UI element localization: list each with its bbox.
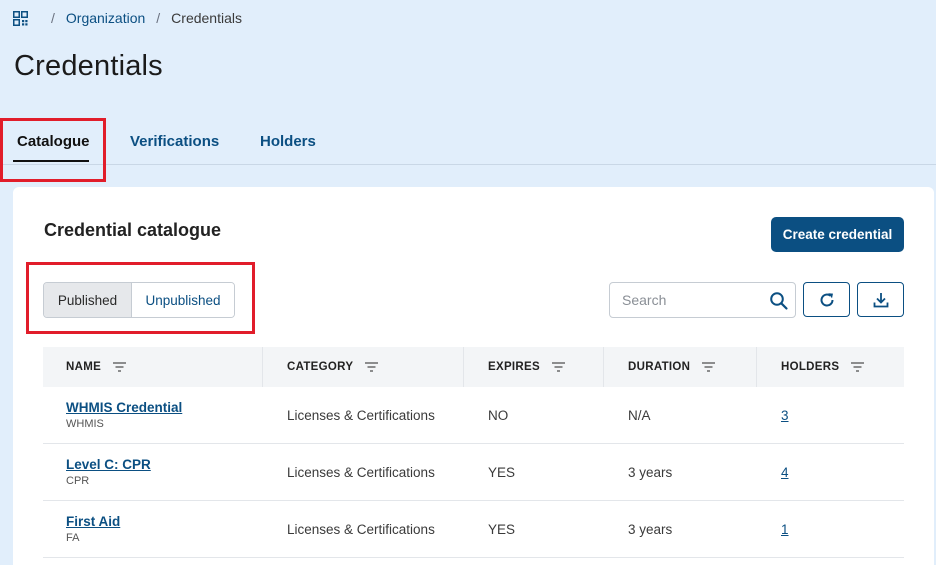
- breadcrumb-separator: /: [156, 10, 161, 26]
- credential-name-link[interactable]: First Aid: [66, 514, 263, 529]
- highlight-box-catalogue-tab: [0, 118, 106, 182]
- table-row: First Aid FA Licenses & Certifications Y…: [43, 501, 904, 558]
- tab-holders[interactable]: Holders: [260, 133, 316, 150]
- credential-name-link[interactable]: WHMIS Credential: [66, 400, 263, 415]
- holders-cell: 3: [757, 387, 904, 443]
- credential-name-link[interactable]: Level C: CPR: [66, 457, 263, 472]
- filter-icon[interactable]: [551, 362, 565, 372]
- column-label: EXPIRES: [488, 361, 540, 373]
- filter-icon[interactable]: [113, 362, 127, 372]
- column-label: CATEGORY: [287, 361, 354, 373]
- holders-cell: 4: [757, 444, 904, 500]
- breadcrumb-organization[interactable]: Organization: [66, 10, 145, 26]
- column-header-category[interactable]: CATEGORY: [263, 347, 464, 387]
- column-header-duration[interactable]: DURATION: [604, 347, 757, 387]
- refresh-icon: [820, 292, 834, 306]
- holders-count-link[interactable]: 1: [781, 522, 904, 537]
- filter-icon[interactable]: [851, 362, 865, 372]
- table-row: WHMIS Credential WHMIS Licenses & Certif…: [43, 387, 904, 444]
- tab-bar: Catalogue Verifications Holders: [0, 120, 936, 165]
- duration-cell: 3 years: [628, 464, 673, 480]
- holders-count-link[interactable]: 3: [781, 408, 904, 423]
- category-cell: Licenses & Certifications: [287, 407, 435, 423]
- name-cell: Level C: CPR CPR: [43, 444, 263, 500]
- credential-code: WHMIS: [66, 418, 104, 430]
- credentials-table: NAME CATEGORY EXPIRES DURATION HOLDERS W…: [43, 347, 904, 558]
- duration-cell: 3 years: [628, 521, 673, 537]
- credential-catalogue-card: Credential catalogue Create credential P…: [13, 187, 934, 565]
- table-row: Level C: CPR CPR Licenses & Certificatio…: [43, 444, 904, 501]
- category-cell: Licenses & Certifications: [287, 521, 435, 537]
- grid-icon[interactable]: [13, 10, 28, 26]
- column-header-expires[interactable]: EXPIRES: [464, 347, 604, 387]
- breadcrumb-credentials: Credentials: [171, 10, 242, 26]
- column-header-holders[interactable]: HOLDERS: [757, 347, 904, 387]
- highlight-box-publish-filter: [26, 262, 255, 334]
- name-cell: WHMIS Credential WHMIS: [43, 387, 263, 443]
- name-cell: First Aid FA: [43, 501, 263, 557]
- breadcrumb: / Organization / Credentials: [13, 9, 242, 27]
- table-header: NAME CATEGORY EXPIRES DURATION HOLDERS: [43, 347, 904, 387]
- breadcrumb-separator: /: [51, 10, 55, 26]
- search-box: [609, 282, 796, 318]
- category-cell: Licenses & Certifications: [287, 464, 435, 480]
- filter-icon[interactable]: [702, 362, 716, 372]
- expires-cell: NO: [488, 407, 509, 423]
- holders-cell: 1: [757, 501, 904, 557]
- column-label: NAME: [66, 361, 102, 373]
- card-title: Credential catalogue: [44, 220, 222, 240]
- column-label: DURATION: [628, 361, 691, 373]
- search-input[interactable]: [622, 292, 762, 308]
- download-icon: [873, 292, 888, 307]
- create-credential-button[interactable]: Create credential: [771, 217, 904, 252]
- column-label: HOLDERS: [781, 361, 840, 373]
- column-header-name[interactable]: NAME: [43, 347, 263, 387]
- search-icon[interactable]: [769, 291, 789, 311]
- expires-cell: YES: [488, 464, 516, 480]
- duration-cell: N/A: [628, 407, 651, 423]
- refresh-button[interactable]: [803, 282, 850, 317]
- page-title: Credentials: [14, 50, 163, 82]
- download-button[interactable]: [857, 282, 904, 317]
- expires-cell: YES: [488, 521, 516, 537]
- credential-code: FA: [66, 532, 80, 544]
- credential-code: CPR: [66, 475, 90, 487]
- filter-icon[interactable]: [365, 362, 379, 372]
- holders-count-link[interactable]: 4: [781, 465, 904, 480]
- tab-verifications[interactable]: Verifications: [130, 133, 219, 150]
